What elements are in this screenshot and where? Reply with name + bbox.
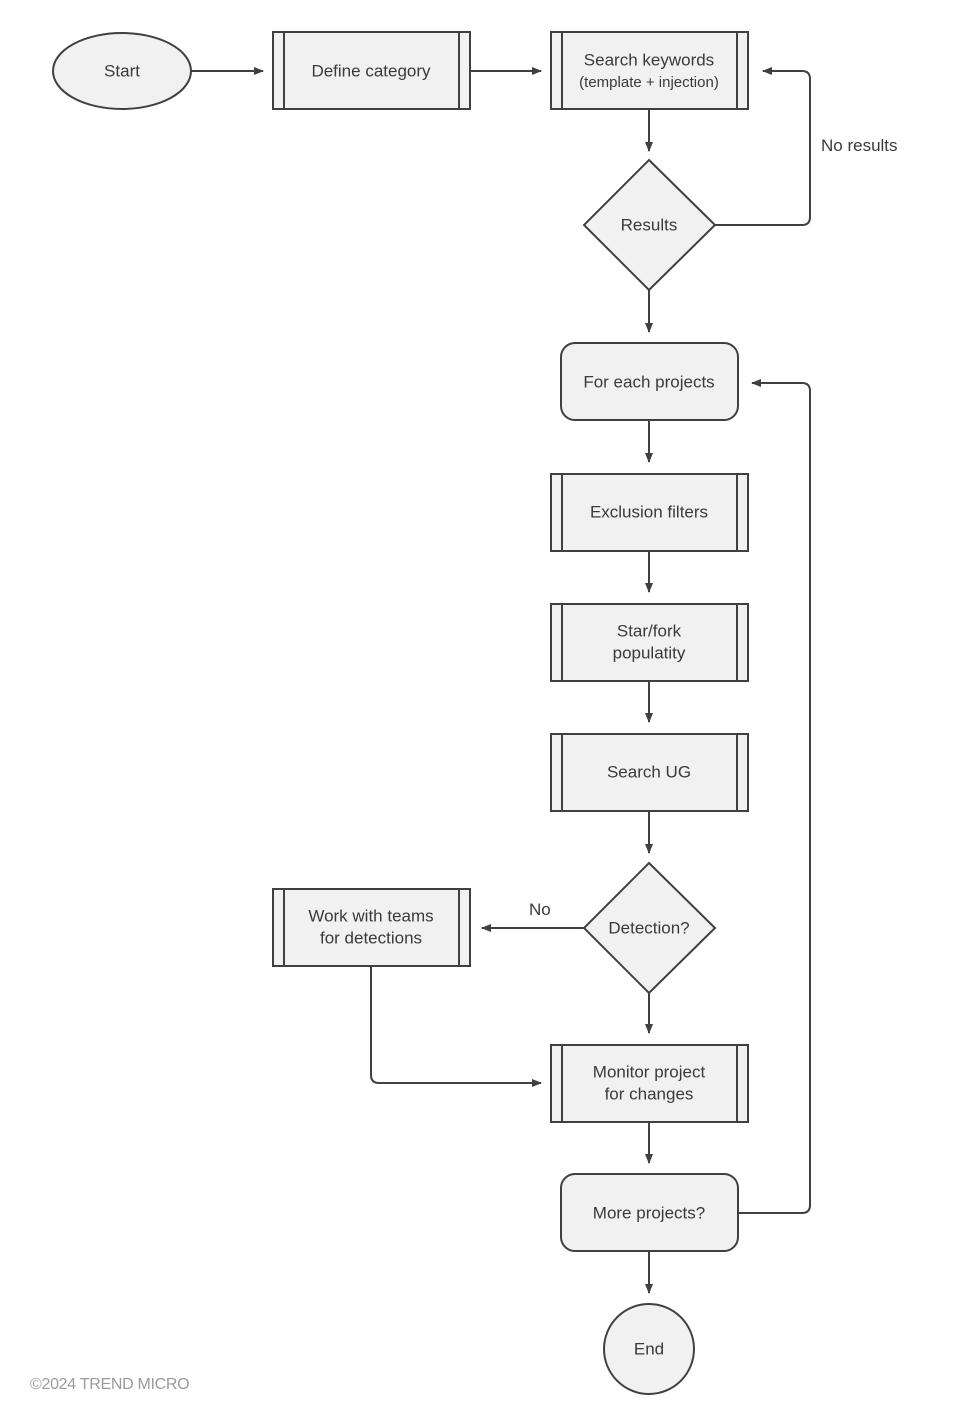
node-start-label: Start: [104, 61, 140, 80]
node-results-label: Results: [621, 215, 678, 234]
node-define-category: Define category: [272, 31, 471, 110]
edge-label-no-results: No results: [821, 136, 898, 155]
node-work-with-teams-line2: for detections: [320, 928, 422, 947]
node-for-each-projects-label: For each projects: [583, 372, 714, 391]
node-detection-label: Detection?: [608, 918, 689, 937]
edge-label-no: No: [529, 900, 551, 919]
node-results: Results: [582, 158, 717, 292]
node-end: End: [603, 1303, 695, 1395]
node-search-keywords-sublabel: (template + injection): [579, 74, 719, 91]
node-more-projects-label: More projects?: [593, 1203, 705, 1222]
node-start: Start: [52, 32, 192, 110]
node-work-with-teams-line1: Work with teams: [308, 906, 433, 925]
node-monitor-project-line1: Monitor project: [593, 1062, 706, 1081]
node-define-category-label: Define category: [311, 61, 431, 80]
node-star-fork-line1: Star/fork: [617, 621, 682, 640]
node-star-fork-popularity: Star/fork populatity: [550, 603, 749, 682]
edge-more-projects-loop-to-for-each: [739, 379, 811, 1214]
node-more-projects: More projects?: [560, 1173, 739, 1252]
copyright-footer: ©2024 TREND MICRO: [30, 1376, 190, 1393]
node-end-label: End: [634, 1339, 664, 1358]
node-exclusion-filters-label: Exclusion filters: [590, 502, 708, 521]
node-search-ug: Search UG: [550, 733, 749, 812]
predefined-process-shape: [550, 31, 749, 110]
node-search-ug-label: Search UG: [607, 762, 691, 781]
node-monitor-project: Monitor project for changes: [550, 1044, 749, 1123]
node-exclusion-filters: Exclusion filters: [550, 473, 749, 552]
node-star-fork-line2: populatity: [613, 643, 686, 662]
node-search-keywords-label: Search keywords: [584, 50, 714, 69]
node-search-keywords: Search keywords (template + injection): [550, 31, 749, 110]
node-detection: Detection?: [582, 861, 717, 995]
node-monitor-project-line2: for changes: [605, 1084, 694, 1103]
flowchart: No results No Start Define category Sear…: [52, 31, 898, 1395]
node-work-with-teams: Work with teams for detections: [272, 888, 471, 967]
node-for-each-projects: For each projects: [560, 342, 739, 421]
edge-work-with-teams-to-monitor: [370, 967, 542, 1087]
